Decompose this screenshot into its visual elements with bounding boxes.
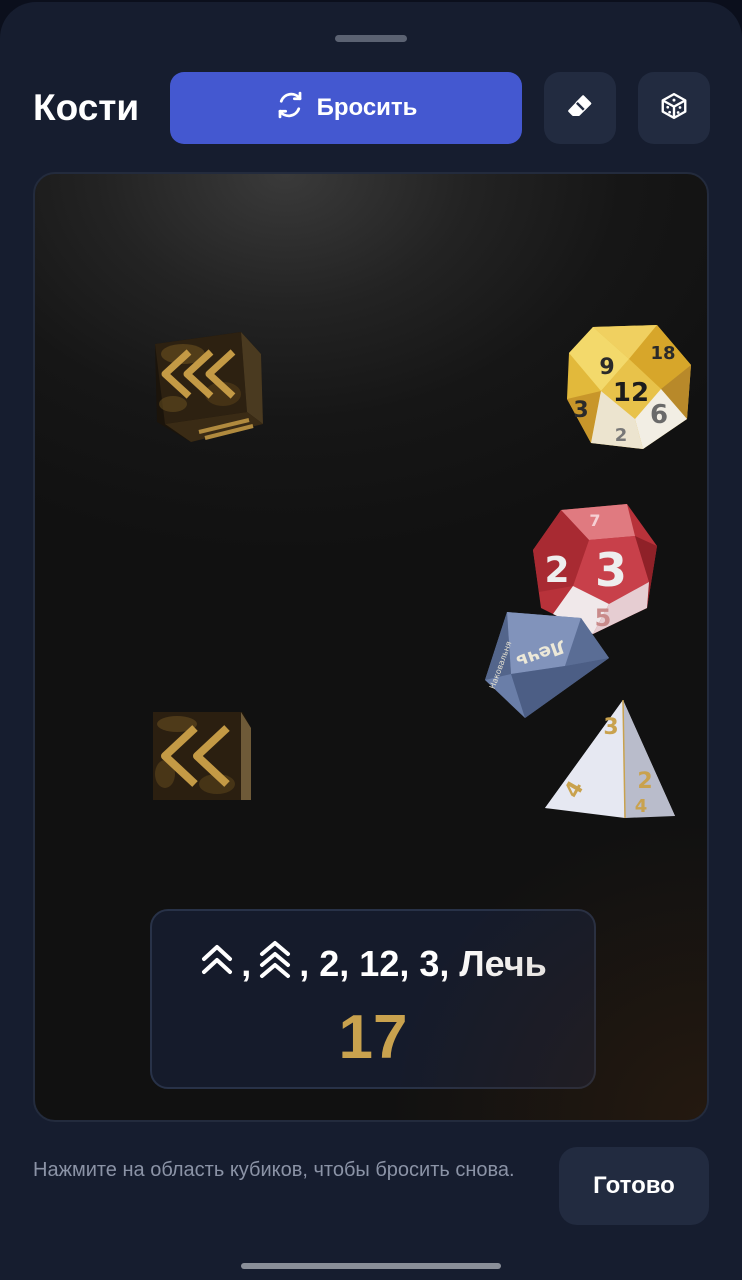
double-chevron-up-icon: [199, 939, 235, 988]
result-panel: , , 2, 12, 3, Лечь 17: [150, 909, 596, 1089]
svg-text:3: 3: [603, 715, 618, 740]
triple-chevron-up-icon: [257, 939, 293, 988]
reroll-hint: Нажмите на область кубиков, чтобы бросит…: [33, 1159, 515, 1181]
d6-die-top: [155, 332, 263, 442]
roll-button-label: Бросить: [316, 94, 418, 121]
svg-text:9: 9: [599, 355, 614, 380]
sheet-title: Кости: [33, 87, 140, 128]
d6-die-bottom: [153, 712, 251, 800]
svg-text:2: 2: [544, 550, 569, 591]
d20-die: 12 9 18 3 6 2: [567, 325, 691, 449]
svg-text:6: 6: [650, 400, 668, 430]
svg-text:2: 2: [637, 769, 652, 794]
svg-text:3: 3: [573, 398, 588, 423]
svg-text:7: 7: [589, 511, 600, 530]
d4-die: 3 2 4 4: [545, 699, 675, 819]
svg-text:3: 3: [595, 543, 627, 597]
home-indicator: [241, 1263, 501, 1269]
clear-button[interactable]: [544, 72, 616, 144]
svg-text:18: 18: [650, 343, 675, 364]
result-values-text: , 2, 12, 3, Лечь: [299, 942, 547, 984]
roll-button[interactable]: Бросить: [170, 72, 522, 144]
dice-cube-icon: [659, 91, 689, 126]
done-button[interactable]: Готово: [559, 1147, 709, 1225]
svg-text:4: 4: [635, 796, 648, 817]
dice-roll-area[interactable]: 12 9 18 3 6 2 3 2 7 5 Лечь Наковальня 3 …: [33, 172, 709, 1122]
dice-select-button[interactable]: [638, 72, 710, 144]
result-values: , , 2, 12, 3, Лечь: [152, 939, 594, 988]
result-total: 17: [338, 1003, 408, 1072]
result-separator: ,: [241, 942, 252, 984]
svg-text:2: 2: [615, 425, 628, 446]
drag-handle[interactable]: [335, 35, 407, 42]
refresh-icon: [275, 90, 305, 127]
svg-text:12: 12: [613, 378, 649, 408]
eraser-icon: [565, 91, 595, 126]
dice-sheet: Кости Бросить 12 9 18 3 6 2 3 2 7 5 Лечь…: [0, 2, 742, 1280]
